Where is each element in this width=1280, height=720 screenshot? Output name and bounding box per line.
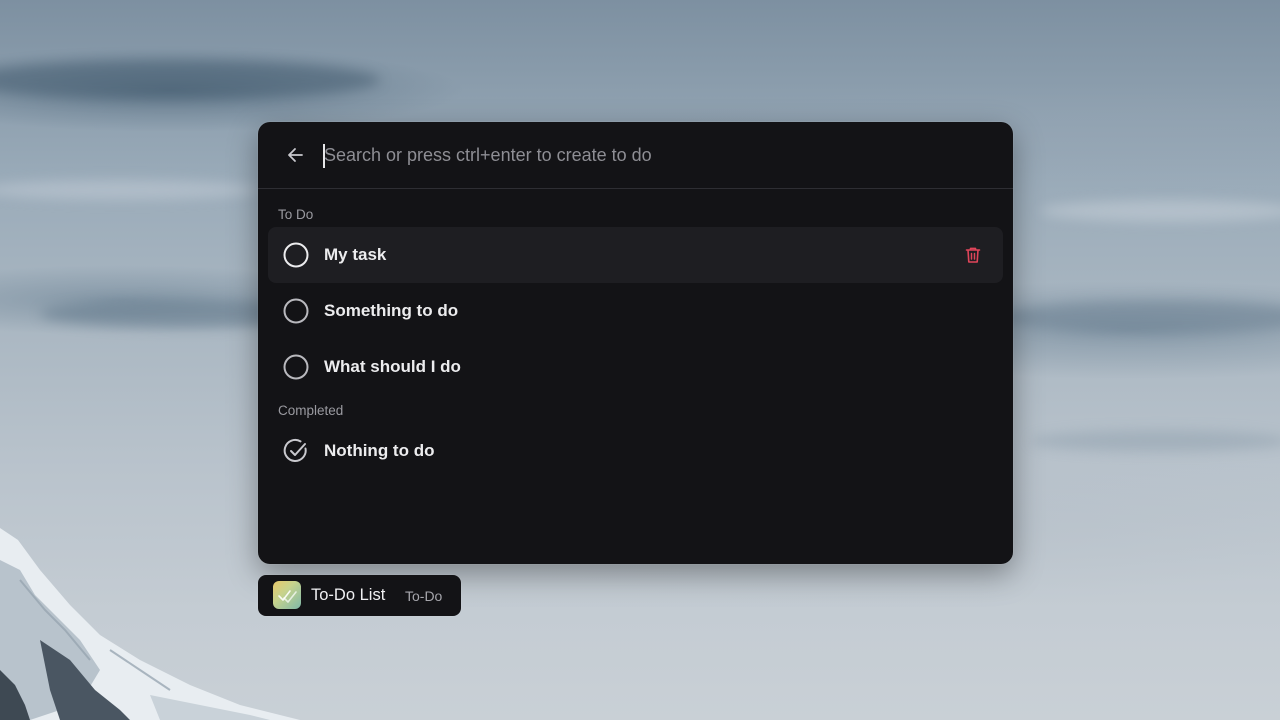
taskbar-app-chip[interactable]: To-Do List To-Do: [258, 575, 461, 616]
app-subtitle: To-Do: [405, 588, 443, 604]
check-circle-icon[interactable]: [283, 438, 309, 464]
completed-item[interactable]: Nothing to do: [268, 423, 1003, 479]
todo-item[interactable]: My task: [268, 227, 1003, 283]
todo-item-label: Something to do: [324, 301, 459, 320]
search-input[interactable]: [324, 140, 984, 170]
desktop-background: To Do My task Something to do: [0, 0, 1280, 720]
completed-section-label: Completed: [278, 403, 344, 418]
todo-item-label: My task: [324, 245, 387, 264]
circle-icon[interactable]: [283, 354, 309, 380]
cloud-streak: [1040, 200, 1280, 222]
circle-icon[interactable]: [283, 242, 309, 268]
trash-icon[interactable]: [963, 245, 983, 265]
cloud-streak: [0, 60, 380, 100]
arrow-left-icon: [288, 148, 303, 162]
cloud-streak: [1000, 300, 1280, 334]
mountain-peak: [0, 528, 300, 720]
cloud-streak: [0, 180, 260, 200]
todo-item-label: What should I do: [324, 357, 461, 376]
todo-item[interactable]: What should I do: [268, 339, 1003, 395]
back-button[interactable]: [282, 142, 308, 168]
todo-app-icon: [273, 581, 301, 609]
cloud-streak: [1030, 430, 1280, 452]
text-caret: [323, 144, 325, 168]
circle-icon[interactable]: [283, 298, 309, 324]
search-bar: [258, 122, 1013, 189]
todo-section-label: To Do: [278, 207, 314, 222]
app-name: To-Do List: [311, 586, 386, 604]
todo-item[interactable]: Something to do: [268, 283, 1003, 339]
todo-panel: To Do My task Something to do: [258, 122, 1013, 564]
completed-item-label: Nothing to do: [324, 441, 435, 460]
